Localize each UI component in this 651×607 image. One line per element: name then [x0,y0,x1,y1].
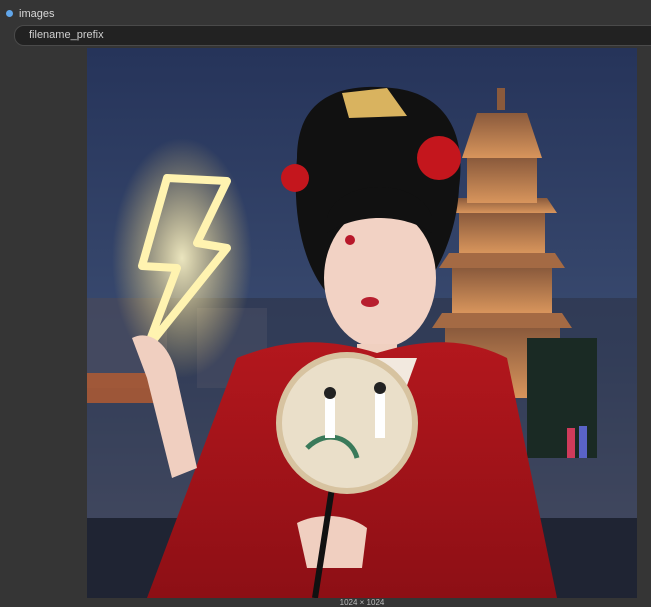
image-dimensions: 1024 × 1024 [339,598,385,607]
save-image-node: images filename_prefix 1024 × 1024 [0,0,651,607]
filename-prefix-label: filename_prefix [29,29,104,41]
lightning-sign [112,138,252,378]
node-header: images [0,0,651,24]
preview-image [87,48,637,598]
output-dot-icon[interactable] [6,10,13,17]
images-output-label: images [19,8,55,20]
image-preview[interactable] [87,48,637,598]
filename-prefix-input[interactable]: filename_prefix [14,25,651,46]
